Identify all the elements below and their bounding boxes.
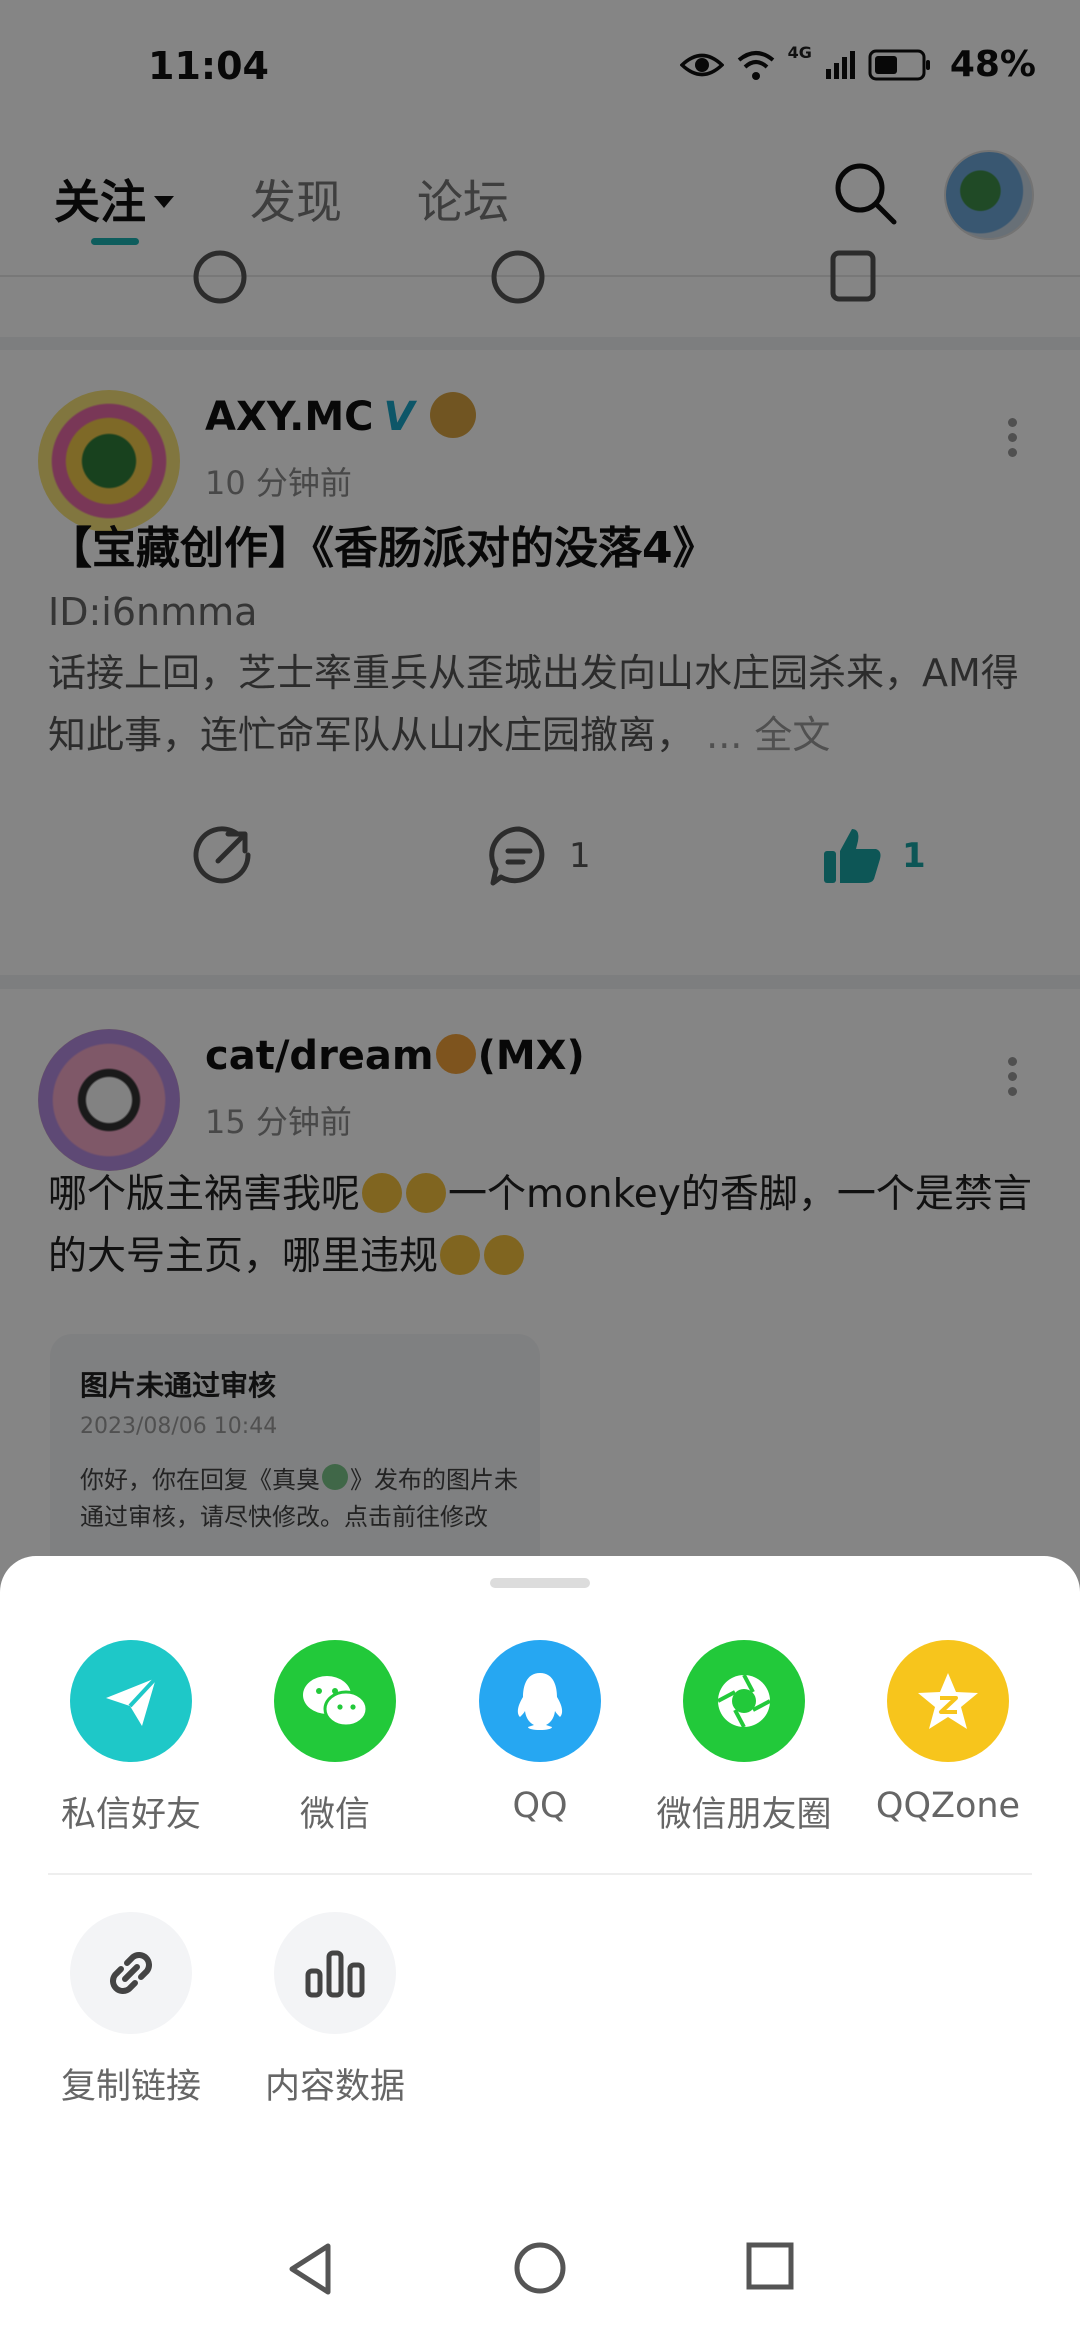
sheet-drag-handle[interactable] (490, 1578, 590, 1588)
bar-chart-icon (305, 1950, 365, 1998)
copy-link-button[interactable]: 复制链接 (41, 1912, 221, 2109)
share-circle (70, 1912, 192, 2034)
paper-plane-icon (106, 1676, 158, 1726)
share-circle (479, 1640, 601, 1762)
content-data-button[interactable]: 内容数据 (245, 1912, 425, 2109)
recents-icon[interactable] (744, 2240, 796, 2292)
share-circle (70, 1640, 192, 1762)
share-wechat-moments[interactable]: 微信朋友圈 (654, 1640, 834, 1837)
qzone-star-icon (918, 1673, 978, 1729)
share-circle (274, 1912, 396, 2034)
home-icon[interactable] (512, 2240, 568, 2296)
share-qq[interactable]: QQ (450, 1640, 630, 1826)
share-label: QQZone (875, 1786, 1021, 1826)
sheet-divider (48, 1873, 1032, 1875)
share-circle (274, 1640, 396, 1762)
link-icon (110, 1952, 152, 1994)
share-circle (887, 1640, 1009, 1762)
share-label: QQ (512, 1786, 568, 1826)
share-circle (683, 1640, 805, 1762)
wechat-icon (303, 1676, 369, 1728)
share-label: 微信 (299, 1795, 370, 1835)
app-screen: 11:04 4G 48% 关注 发现 论坛 AXY.MC V 10 分钟前 【宝… (0, 0, 1080, 2340)
share-label: 复制链接 (60, 2067, 201, 2107)
share-private-message[interactable]: 私信好友 (41, 1640, 221, 1837)
share-label: 私信好友 (60, 1795, 201, 1835)
share-qzone[interactable]: QQZone (858, 1640, 1038, 1826)
share-label: 微信朋友圈 (656, 1795, 832, 1835)
moments-icon (717, 1674, 771, 1728)
qq-penguin-icon (517, 1673, 563, 1730)
share-label: 内容数据 (264, 2067, 405, 2107)
share-wechat[interactable]: 微信 (245, 1640, 425, 1837)
back-icon[interactable] (284, 2240, 336, 2298)
system-nav-bar (0, 2200, 1080, 2340)
